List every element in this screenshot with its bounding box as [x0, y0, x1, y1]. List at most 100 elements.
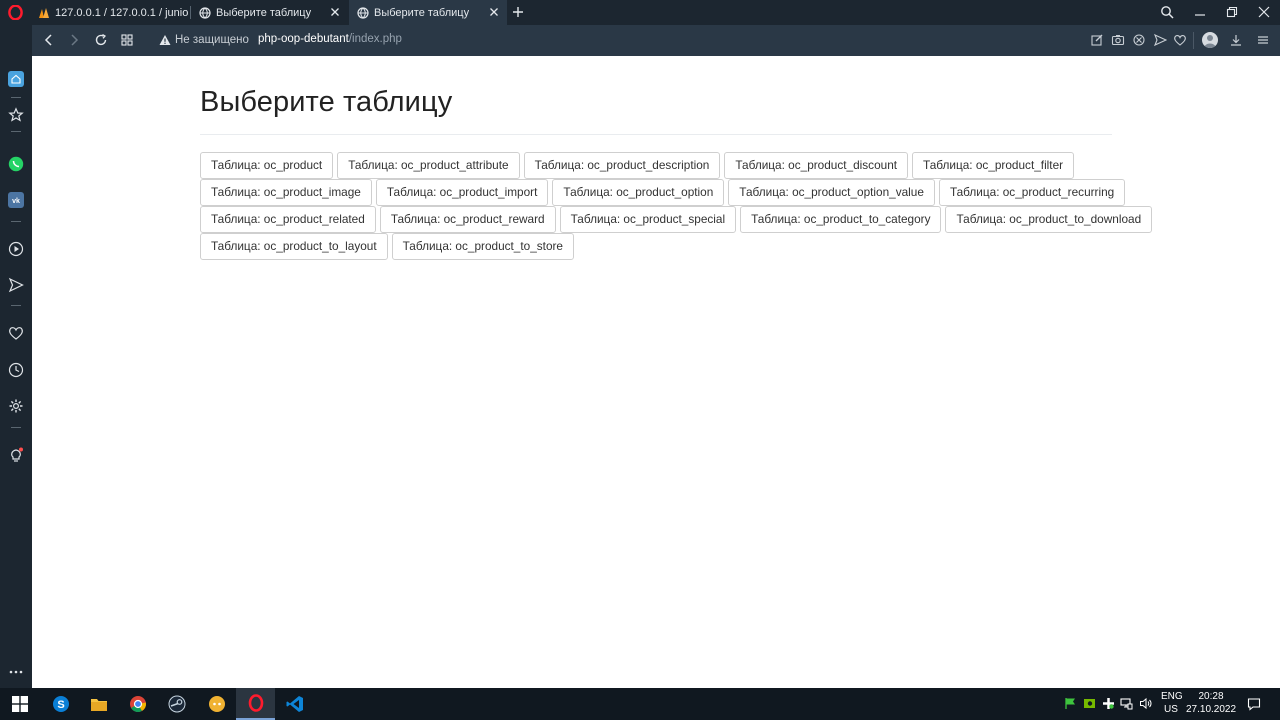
table-button-oc-product-reward[interactable]: Таблица: oc_product_reward — [379, 206, 556, 233]
clock-date: 27.10.2022 — [1186, 704, 1237, 715]
input-language[interactable]: ENG US — [1161, 690, 1183, 716]
history-clock-icon[interactable] — [8, 362, 24, 378]
send-icon[interactable] — [1153, 33, 1167, 47]
speed-dial-icon[interactable] — [120, 33, 134, 47]
folder-icon — [90, 699, 107, 711]
settings-gear-icon[interactable] — [8, 398, 24, 414]
table-button-oc-product-description[interactable]: Таблица: oc_product_description — [523, 152, 721, 179]
table-button-oc-product-to-download[interactable]: Таблица: oc_product_to_download — [945, 206, 1153, 233]
restore-icon[interactable] — [1225, 5, 1239, 19]
windows-logo-icon — [11, 696, 28, 712]
easy-setup-menu-icon[interactable] — [1256, 33, 1270, 47]
taskbar-steam[interactable] — [157, 688, 196, 720]
user-icon — [1204, 35, 1216, 48]
tab-select-table-1[interactable]: Выберите таблицу — [191, 0, 347, 25]
flag-tray-icon[interactable] — [1064, 697, 1077, 710]
phpmyadmin-favicon-icon — [39, 7, 49, 18]
star-icon[interactable] — [8, 107, 24, 123]
close-window-icon[interactable] — [1257, 5, 1271, 19]
opera-icon — [248, 694, 263, 712]
volume-tray-icon[interactable] — [1139, 697, 1152, 710]
defender-tray-icon[interactable] — [1102, 697, 1115, 710]
sidebar-separator — [11, 97, 21, 98]
reload-icon[interactable] — [94, 33, 108, 47]
favorites-heart-icon[interactable] — [8, 325, 24, 341]
button-row: Таблица: oc_product_image Таблица: oc_pr… — [200, 179, 1126, 206]
taskbar-skype[interactable]: S — [41, 688, 80, 720]
table-button-oc-product-filter[interactable]: Таблица: oc_product_filter — [912, 152, 1075, 179]
more-dots-icon[interactable] — [8, 664, 24, 680]
chrome-icon — [129, 696, 146, 712]
vk-icon[interactable]: vk — [8, 192, 24, 208]
flow-send-icon[interactable] — [8, 277, 24, 293]
warning-icon[interactable] — [159, 34, 171, 46]
header-divider — [200, 134, 1112, 135]
skype-icon: S — [52, 696, 69, 712]
globe-favicon-icon — [357, 6, 369, 19]
opera-sidebar: vk — [0, 25, 32, 688]
table-button-oc-product-special[interactable]: Таблица: oc_product_special — [559, 206, 737, 233]
svg-text:vk: vk — [12, 198, 20, 205]
table-button-oc-product-import[interactable]: Таблица: oc_product_import — [375, 179, 549, 206]
clock-time: 20:28 — [1198, 691, 1224, 702]
button-row: Таблица: oc_product_related Таблица: oc_… — [200, 206, 1153, 233]
tab-select-table-2[interactable]: Выберите таблицу — [349, 0, 507, 25]
table-button-oc-product-to-store[interactable]: Таблица: oc_product_to_store — [391, 233, 574, 260]
nvidia-tray-icon[interactable] — [1083, 697, 1096, 710]
globe-favicon-icon — [199, 6, 211, 19]
table-button-oc-product-image[interactable]: Таблица: oc_product_image — [200, 179, 372, 206]
start-button[interactable] — [0, 688, 39, 720]
new-tab-icon[interactable] — [511, 5, 525, 19]
table-button-oc-product-related[interactable]: Таблица: oc_product_related — [200, 206, 376, 233]
keyboard-layout: US — [1164, 704, 1178, 715]
search-tabs-icon[interactable] — [1160, 5, 1174, 19]
table-button-oc-product-option[interactable]: Таблица: oc_product_option — [552, 179, 725, 206]
ad-blocker-icon[interactable] — [1132, 33, 1146, 47]
taskbar-clock[interactable]: 20:28 27.10.2022 — [1186, 690, 1236, 716]
security-status[interactable]: Не защищено — [175, 34, 249, 46]
table-button-oc-product-to-layout[interactable]: Таблица: oc_product_to_layout — [200, 233, 388, 260]
table-button-oc-product-attribute[interactable]: Таблица: oc_product_attribute — [337, 152, 520, 179]
profile-avatar[interactable] — [1202, 32, 1218, 48]
language-code: ENG — [1161, 691, 1183, 702]
player-icon[interactable] — [8, 241, 24, 257]
taskbar-chrome[interactable] — [118, 688, 157, 720]
taskbar-vscode[interactable] — [275, 688, 314, 720]
forward-icon[interactable] — [67, 33, 81, 47]
snapshot-icon[interactable] — [1111, 33, 1125, 47]
table-button-list: Таблица: oc_product Таблица: oc_product_… — [200, 152, 1153, 260]
vscode-icon — [286, 696, 303, 712]
taskbar-file-explorer[interactable] — [79, 688, 118, 720]
network-tray-icon[interactable] — [1120, 697, 1133, 710]
back-icon[interactable] — [42, 33, 56, 47]
tab-strip: 127.0.0.1 / 127.0.0.1 / junio Выберите т… — [0, 0, 1280, 25]
table-button-oc-product-recurring[interactable]: Таблица: oc_product_recurring — [938, 179, 1126, 206]
home-icon[interactable] — [8, 71, 24, 87]
taskbar-opera[interactable] — [236, 688, 275, 720]
sidebar-separator — [11, 427, 21, 428]
toolbar-separator — [1193, 32, 1194, 49]
sidebar-separator — [11, 131, 21, 132]
taskbar-discord[interactable] — [197, 688, 236, 720]
minimize-icon[interactable] — [1193, 5, 1207, 19]
tips-bulb-icon[interactable] — [8, 447, 24, 463]
notifications-icon[interactable] — [1247, 697, 1261, 711]
table-button-oc-product-option-value[interactable]: Таблица: oc_product_option_value — [728, 179, 935, 206]
url-host: php-oop-debutant — [258, 33, 349, 45]
edit-icon[interactable] — [1090, 33, 1104, 47]
tab-phpmyadmin[interactable]: 127.0.0.1 / 127.0.0.1 / junio — [30, 0, 190, 25]
heart-icon[interactable] — [1173, 33, 1187, 47]
table-button-oc-product[interactable]: Таблица: oc_product — [200, 152, 334, 179]
tab-title: 127.0.0.1 / 127.0.0.1 / junio — [55, 6, 189, 19]
download-icon[interactable] — [1229, 33, 1243, 47]
tab-close-icon[interactable] — [488, 6, 500, 18]
whatsapp-icon[interactable] — [8, 156, 24, 172]
address-bar: Не защищено php-oop-debutant/index.php — [32, 25, 1280, 56]
tab-close-icon[interactable] — [329, 6, 341, 18]
discord-icon — [208, 696, 225, 712]
tab-title: Выберите таблицу — [216, 6, 312, 19]
opera-logo-icon[interactable] — [8, 5, 23, 20]
table-button-oc-product-to-category[interactable]: Таблица: oc_product_to_category — [740, 206, 942, 233]
url-field[interactable]: php-oop-debutant/index.php — [258, 33, 402, 45]
table-button-oc-product-discount[interactable]: Таблица: oc_product_discount — [724, 152, 909, 179]
